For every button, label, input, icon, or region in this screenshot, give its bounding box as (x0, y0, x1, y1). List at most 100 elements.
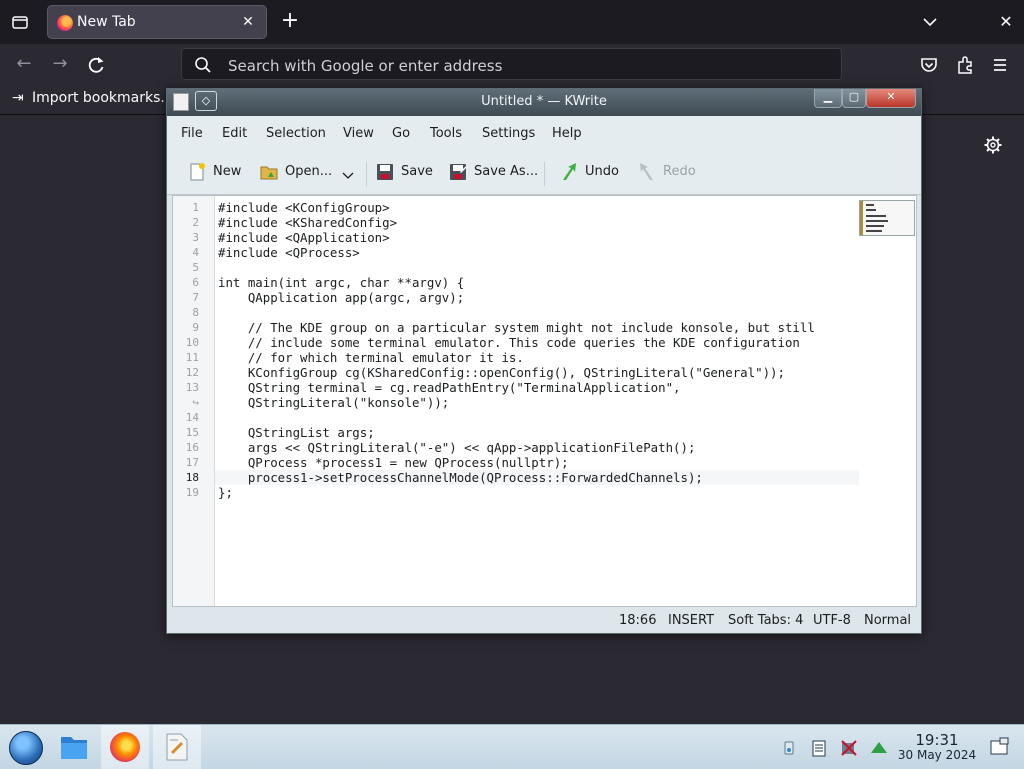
list-all-tabs-icon[interactable] (10, 12, 30, 32)
forward-icon[interactable]: → (49, 54, 71, 76)
taskbar-file-manager[interactable] (50, 725, 98, 769)
code-line[interactable]: // The KDE group on a particular system … (218, 320, 858, 335)
line-number: ↪ (192, 396, 199, 409)
tab-title: New Tab (77, 14, 136, 30)
network-icon[interactable] (780, 739, 798, 757)
folder-icon (61, 737, 87, 759)
pocket-icon[interactable] (918, 54, 940, 76)
menu-edit[interactable]: Edit (222, 126, 247, 141)
close-button[interactable]: ✕ (866, 89, 916, 108)
code-line[interactable]: }; (218, 485, 858, 500)
kwrite-window: ◇ Untitled * — KWrite ▁ ▢ ✕ File Edit Se… (166, 88, 922, 634)
import-bookmarks-label: Import bookmarks... (32, 90, 174, 106)
clipboard-icon[interactable] (810, 739, 828, 757)
code-line[interactable]: args << QStringLiteral("-e") << qApp->ap… (218, 440, 858, 455)
maximize-button[interactable]: ▢ (842, 89, 866, 108)
line-number: 17 (185, 456, 199, 469)
code-line[interactable]: QStringLiteral("konsole")); (218, 395, 858, 410)
tab-close-icon[interactable]: ✕ (238, 12, 258, 32)
menu-tools[interactable]: Tools (430, 126, 462, 141)
open-recent-chevron-down-icon[interactable] (342, 171, 354, 181)
line-number: 9 (192, 321, 199, 334)
undo-button[interactable]: Undo (559, 160, 619, 186)
navigation-toolbar: ← → (0, 44, 1024, 84)
input-mode[interactable]: Normal (864, 613, 911, 628)
start-button[interactable] (0, 725, 48, 769)
menu-view[interactable]: View (343, 126, 374, 141)
line-number: 7 (192, 291, 199, 304)
show-desktop-icon[interactable] (989, 737, 1009, 757)
save-icon (377, 164, 393, 180)
minimap-line (866, 230, 882, 232)
code-line[interactable]: process1->setProcessChannelMode(QProcess… (218, 470, 858, 485)
reload-icon[interactable] (85, 54, 107, 76)
code-line[interactable]: #include <QProcess> (218, 245, 858, 260)
extensions-icon[interactable] (954, 54, 976, 76)
new-tab-button[interactable]: + (280, 10, 300, 32)
code-line[interactable]: int main(int argc, char **argv) { (218, 275, 858, 290)
taskbar: 19:31 30 May 2024 (0, 724, 1024, 769)
line-number: 6 (192, 276, 199, 289)
taskbar-firefox[interactable] (101, 725, 149, 769)
code-line[interactable]: // include some terminal emulator. This … (218, 335, 858, 350)
cursor-position[interactable]: 18:66 (619, 613, 656, 628)
toolbar-separator (544, 162, 545, 186)
undo-arrow-icon (563, 163, 576, 180)
new-document-icon (190, 163, 205, 181)
line-number: 12 (185, 366, 199, 379)
tab-new-tab[interactable]: New Tab ✕ (47, 5, 267, 39)
menu-file[interactable]: File (181, 126, 203, 141)
code-line[interactable]: #include <QApplication> (218, 230, 858, 245)
redo-button[interactable]: Redo (637, 160, 697, 186)
address-bar[interactable] (181, 48, 842, 80)
search-icon (195, 57, 211, 73)
code-line[interactable]: KConfigGroup cg(KSharedConfig::openConfi… (218, 365, 858, 380)
line-number: 14 (185, 411, 199, 424)
code-line[interactable]: // for which terminal emulator it is. (218, 350, 858, 365)
open-button[interactable]: Open... (259, 160, 335, 186)
code-line[interactable]: #include <KSharedConfig> (218, 215, 858, 230)
code-line[interactable]: QProcess *process1 = new QProcess(nullpt… (218, 455, 858, 470)
menu-icon[interactable] (989, 54, 1011, 76)
menu-go[interactable]: Go (392, 126, 410, 141)
import-bookmarks-button[interactable]: ⇥ Import bookmarks... (12, 90, 174, 106)
new-button[interactable]: New (187, 160, 245, 186)
code-line[interactable]: #include <KConfigGroup> (218, 200, 858, 215)
code-line[interactable]: QStringList args; (218, 425, 858, 440)
start-orb-icon (9, 731, 43, 765)
clock[interactable]: 19:31 30 May 2024 (892, 732, 982, 762)
search-input[interactable] (226, 54, 810, 78)
volume-muted-icon[interactable] (840, 739, 858, 757)
minimize-button[interactable]: ▁ (814, 89, 842, 108)
chevron-down-icon[interactable] (920, 12, 940, 32)
save-as-button[interactable]: Save As... (448, 160, 538, 186)
edit-mode[interactable]: INSERT (668, 613, 714, 628)
encoding[interactable]: UTF-8 (813, 613, 851, 628)
menu-settings[interactable]: Settings (482, 126, 535, 141)
menu-selection[interactable]: Selection (266, 126, 326, 141)
line-number: 1 (192, 201, 199, 214)
updates-arrow-icon[interactable] (870, 739, 888, 757)
line-number: 13 (185, 381, 199, 394)
code-line[interactable]: QString terminal = cg.readPathEntry("Ter… (218, 380, 858, 395)
text-editor-area[interactable]: 1 2 3 4 5 6 7 8 9 10 11 12 13 ↪ 14 15 16 17 18 19 #include … (172, 195, 917, 607)
status-bar: 18:66 INSERT Soft Tabs: 4 UTF-8 Normal (167, 608, 921, 633)
back-icon[interactable]: ← (13, 54, 35, 76)
kwrite-titlebar[interactable]: ◇ Untitled * — KWrite ▁ ▢ ✕ (167, 89, 921, 116)
minimap-line (866, 225, 884, 227)
indentation-setting[interactable]: Soft Tabs: 4 (728, 613, 803, 628)
minimap-line (866, 215, 886, 217)
minimap-line (866, 220, 888, 222)
code-line[interactable]: QApplication app(argc, argv); (218, 290, 858, 305)
minimap-marker (860, 201, 863, 235)
minimap[interactable] (859, 200, 915, 236)
toolbar-separator (366, 162, 367, 186)
import-icon: ⇥ (12, 90, 24, 106)
taskbar-kwrite[interactable] (153, 725, 201, 769)
save-button[interactable]: Save (375, 160, 435, 186)
settings-gear-icon[interactable] (983, 135, 1003, 155)
tab-strip: New Tab ✕ + ✕ (0, 0, 1024, 44)
menu-help[interactable]: Help (552, 126, 582, 141)
window-close-button[interactable]: ✕ (996, 12, 1016, 32)
main-toolbar: New Open... Save Save As... Undo Redo (167, 152, 921, 195)
